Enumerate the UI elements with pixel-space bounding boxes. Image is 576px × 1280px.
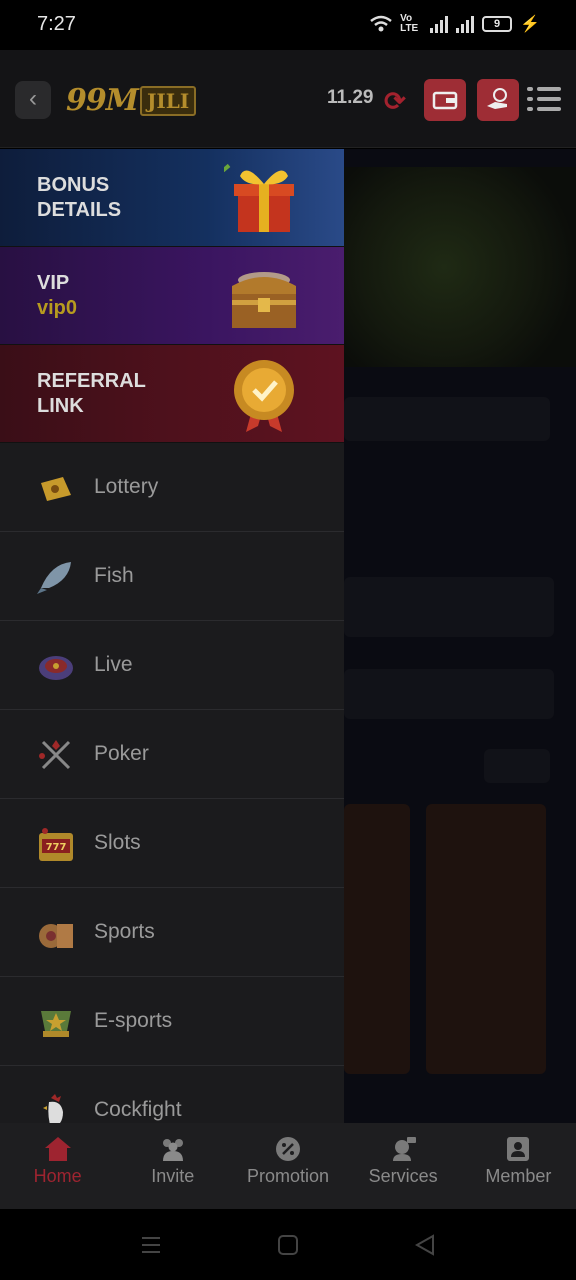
status-bar: 7:27 Vo LTE 9 ⚡ <box>0 0 576 50</box>
refresh-icon[interactable]: ⟳ <box>384 86 406 117</box>
menu-item-label: Cockfight <box>94 1098 182 1121</box>
vip-level: vip0 <box>37 297 78 319</box>
home-icon <box>44 1137 71 1161</box>
system-nav-bar <box>0 1209 576 1280</box>
deposit-button[interactable] <box>477 79 519 121</box>
side-drawer: BONUS DETAILS VIP vip0 REFERRAL LINK Lot… <box>0 149 344 1123</box>
menu-item-fish[interactable]: Fish <box>0 532 344 621</box>
menu-item-live[interactable]: Live <box>0 621 344 710</box>
bonus-details-banner[interactable]: BONUS DETAILS <box>0 149 344 247</box>
wallet-icon <box>432 91 458 110</box>
signal-icon <box>430 15 449 33</box>
logo-text: 99M <box>66 83 139 118</box>
back-triangle-icon[interactable] <box>413 1233 437 1257</box>
menu-item-esports[interactable]: E-sports <box>0 977 344 1066</box>
vip-banner[interactable]: VIP vip0 <box>0 247 344 345</box>
bg-block <box>484 749 550 783</box>
bg-card <box>426 804 546 1074</box>
promo-line1: REFERRAL <box>37 370 146 392</box>
promo-line2: LINK <box>37 395 84 417</box>
rooster-icon <box>43 1094 63 1123</box>
bottom-nav: Home Invite Promotion Services Member <box>0 1123 576 1209</box>
member-icon <box>507 1137 530 1161</box>
fish-icon <box>37 562 71 594</box>
logo-badge: JILI <box>139 85 197 116</box>
menu-item-label: Slots <box>94 831 141 854</box>
bg-block <box>344 577 554 637</box>
referral-link-banner[interactable]: REFERRAL LINK <box>0 345 344 443</box>
home-button-icon[interactable] <box>276 1233 300 1257</box>
dimmed-page-background[interactable] <box>344 149 576 1123</box>
medal-icon <box>234 360 294 432</box>
bg-block <box>344 397 550 441</box>
esports-icon <box>41 1011 71 1037</box>
slot-machine-icon: 777 <box>39 828 73 861</box>
deposit-icon <box>487 88 507 109</box>
roulette-icon <box>39 656 73 680</box>
wifi-icon <box>370 15 392 32</box>
menu-item-label: Poker <box>94 742 149 765</box>
status-time: 7:27 <box>37 13 76 35</box>
nav-promotion[interactable]: Promotion <box>230 1123 345 1209</box>
bg-card <box>344 804 410 1074</box>
nav-label: Promotion <box>246 1166 329 1186</box>
services-icon <box>393 1137 417 1161</box>
sports-icon <box>39 924 73 948</box>
nav-label: Services <box>368 1166 438 1186</box>
menu-item-cockfight[interactable]: Cockfight <box>0 1066 344 1123</box>
promo-line1: VIP <box>37 272 70 294</box>
nav-member[interactable]: Member <box>461 1123 576 1209</box>
lottery-ticket-icon <box>41 477 71 501</box>
menu-item-poker[interactable]: Poker <box>0 710 344 799</box>
nav-label: Invite <box>151 1166 195 1186</box>
menu-item-label: Fish <box>94 564 134 587</box>
svg-text:777: 777 <box>46 842 67 853</box>
menu-icon[interactable] <box>527 85 561 113</box>
logo[interactable]: 99M JILI <box>66 83 197 118</box>
back-button[interactable]: ‹ <box>15 81 51 119</box>
menu-item-label: Sports <box>94 920 155 943</box>
chevron-left-icon: ‹ <box>29 85 37 112</box>
menu-item-label: Lottery <box>94 475 159 498</box>
charging-icon: ⚡ <box>520 16 540 33</box>
promo-line1: BONUS <box>37 174 110 196</box>
nav-label: Home <box>33 1166 82 1186</box>
bg-block <box>344 669 554 719</box>
network-label: Vo LTE <box>400 13 419 34</box>
promotion-icon <box>275 1137 300 1161</box>
menu-item-slots[interactable]: 777 Slots <box>0 799 344 888</box>
signal-icon-2 <box>456 15 475 33</box>
battery-icon: 9 <box>482 16 513 32</box>
poker-icon <box>39 740 71 770</box>
menu-item-sports[interactable]: Sports <box>0 888 344 977</box>
app-header: ‹ 99M JILI 11.29 ⟳ <box>0 50 576 148</box>
treasure-chest-icon <box>232 272 296 328</box>
gift-box-icon <box>224 163 294 232</box>
promo-line2: DETAILS <box>37 199 122 221</box>
wallet-button[interactable] <box>424 79 466 121</box>
menu-item-label: E-sports <box>94 1009 173 1032</box>
recents-icon[interactable] <box>139 1233 163 1257</box>
balance-amount: 11.29 <box>327 87 374 108</box>
nav-label: Member <box>485 1166 552 1186</box>
menu-item-label: Live <box>94 653 133 676</box>
bg-banner <box>344 167 576 367</box>
nav-home[interactable]: Home <box>0 1123 115 1209</box>
invite-icon <box>162 1139 183 1161</box>
status-icons: Vo LTE 9 ⚡ <box>370 14 540 34</box>
menu-item-lottery[interactable]: Lottery <box>0 443 344 532</box>
nav-services[interactable]: Services <box>346 1123 461 1209</box>
nav-invite[interactable]: Invite <box>115 1123 230 1209</box>
